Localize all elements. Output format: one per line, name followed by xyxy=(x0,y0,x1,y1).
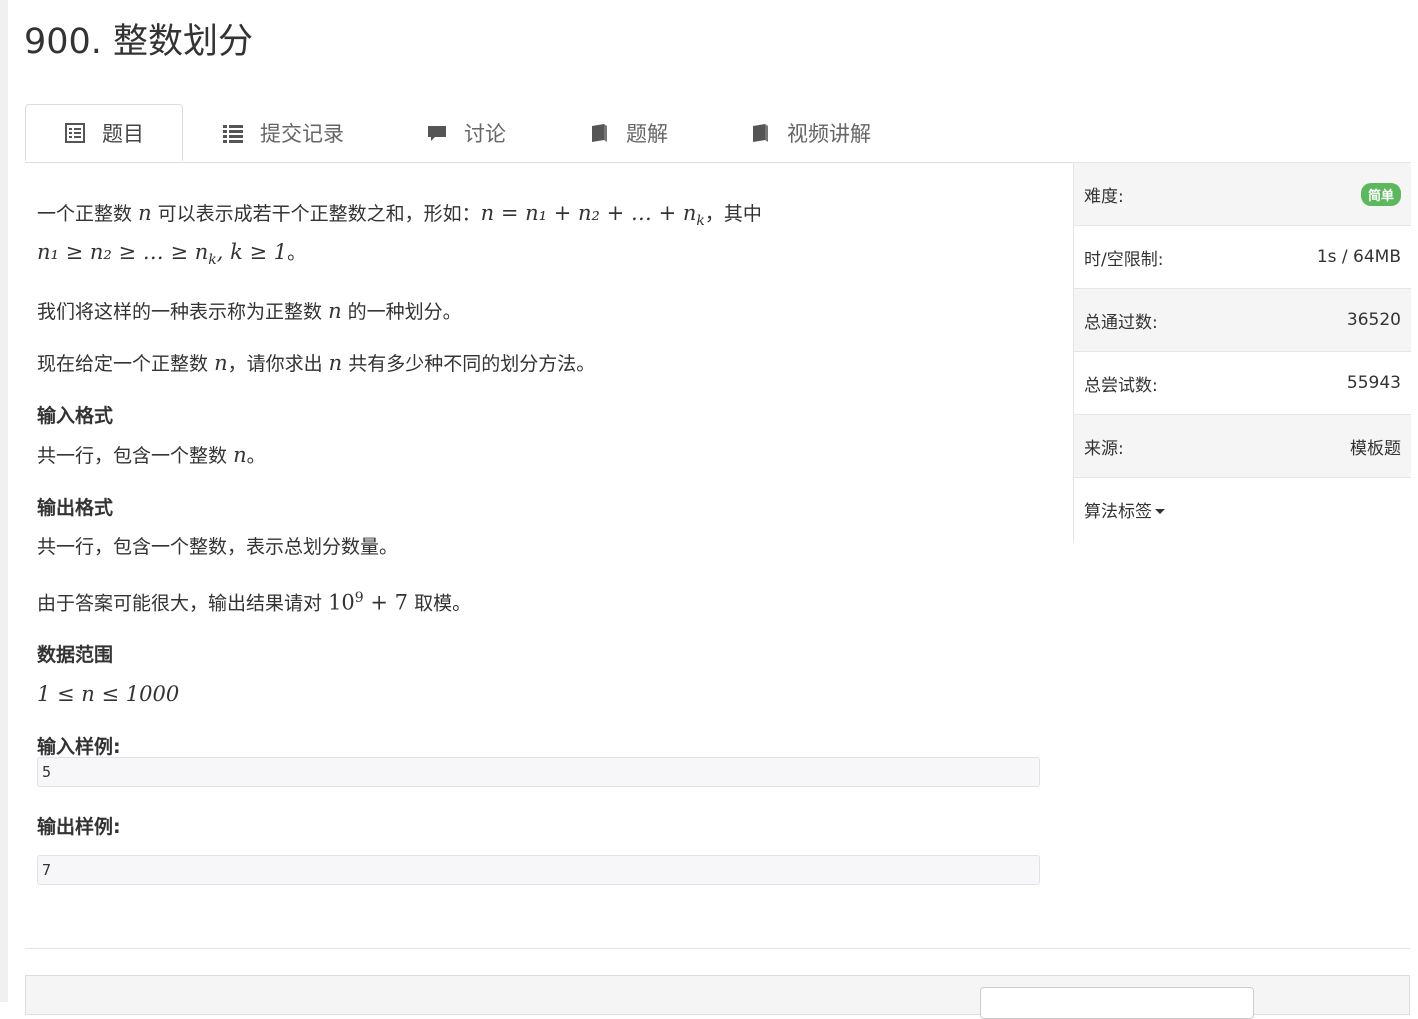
data-range-formula: 1 ≤ n ≤ 1000 xyxy=(37,681,180,706)
problem-tabs: 题目 提交记录 讨论 题解 视频讲解 xyxy=(25,104,1410,163)
limit-label: 时/空限制: xyxy=(1084,249,1164,270)
tab-solutions-label: 题解 xyxy=(626,122,668,146)
tags-row: 算法标签 xyxy=(1074,477,1411,540)
tab-submissions[interactable]: 提交记录 xyxy=(222,104,344,162)
difficulty-label: 难度: xyxy=(1084,186,1124,207)
tried-row: 总尝试数: 55943 xyxy=(1074,351,1411,414)
book-icon xyxy=(753,124,768,142)
book-icon xyxy=(592,124,607,142)
passed-value: 36520 xyxy=(1346,310,1401,330)
section-divider xyxy=(25,948,1410,949)
tab-discussion-label: 讨论 xyxy=(464,122,506,146)
caret-down-icon xyxy=(1155,509,1165,514)
statement-paragraph-2: 我们将这样的一种表示称为正整数 n 的一种划分。 xyxy=(37,298,462,323)
tab-submissions-label: 提交记录 xyxy=(260,122,344,146)
tried-value: 55943 xyxy=(1346,373,1401,393)
list-icon xyxy=(223,125,243,143)
tab-video-label: 视频讲解 xyxy=(787,122,871,146)
tab-discussion[interactable]: 讨论 xyxy=(426,104,506,162)
tab-video[interactable]: 视频讲解 xyxy=(749,104,871,162)
source-value[interactable]: 模板题 xyxy=(1350,434,1401,459)
problem-statement: 一个正整数 n 可以表示成若干个正整数之和，形如：n = n₁ + n₂ + …… xyxy=(37,198,1042,763)
tab-problem[interactable]: 题目 xyxy=(25,104,183,161)
limit-row: 时/空限制: 1s / 64MB xyxy=(1074,225,1411,288)
statement-paragraph-3: 现在给定一个正整数 n，请你求出 n 共有多少种不同的划分方法。 xyxy=(37,350,596,375)
output-format-text: 共一行，包含一个整数，表示总划分数量。 xyxy=(37,535,399,558)
sample-input-box[interactable]: 5 xyxy=(37,757,1040,787)
tab-problem-label: 题目 xyxy=(102,121,144,146)
passed-label: 总通过数: xyxy=(1084,312,1158,333)
list-alt-icon xyxy=(65,122,85,143)
input-format-heading: 输入格式 xyxy=(37,404,114,427)
tried-label: 总尝试数: xyxy=(1084,375,1158,396)
tags-label: 算法标签 xyxy=(1084,501,1152,522)
comment-icon xyxy=(428,126,446,141)
source-row: 来源: 模板题 xyxy=(1074,414,1411,477)
source-label: 来源: xyxy=(1084,438,1124,459)
output-format-heading: 输出格式 xyxy=(37,496,114,519)
difficulty-badge: 简单 xyxy=(1360,182,1401,206)
limit-value: 1s / 64MB xyxy=(1316,247,1401,267)
statement-paragraph-1: 一个正整数 n 可以表示成若干个正整数之和，形如：n = n₁ + n₂ + …… xyxy=(37,201,762,268)
data-range-heading: 数据范围 xyxy=(37,643,114,666)
sample-output-heading: 输出样例: xyxy=(37,816,121,838)
passed-row: 总通过数: 36520 xyxy=(1074,288,1411,351)
page-title: 900. 整数划分 xyxy=(24,22,254,62)
tab-solutions[interactable]: 题解 xyxy=(588,104,668,162)
difficulty-row: 难度: 简单 xyxy=(1074,162,1411,225)
algorithm-tags-dropdown[interactable]: 算法标签 xyxy=(1084,497,1165,522)
language-select[interactable] xyxy=(980,987,1254,1019)
sample-output-box[interactable]: 7 xyxy=(37,855,1040,885)
left-edge-strip xyxy=(0,0,8,1002)
modulo-text: 由于答案可能很大，输出结果请对 109 + 7 取模。 xyxy=(37,589,472,614)
input-format-text: 共一行，包含一个整数 n。 xyxy=(37,442,266,467)
problem-info-sidebar: 难度: 简单 时/空限制: 1s / 64MB 总通过数: 36520 总尝试数… xyxy=(1073,162,1411,542)
